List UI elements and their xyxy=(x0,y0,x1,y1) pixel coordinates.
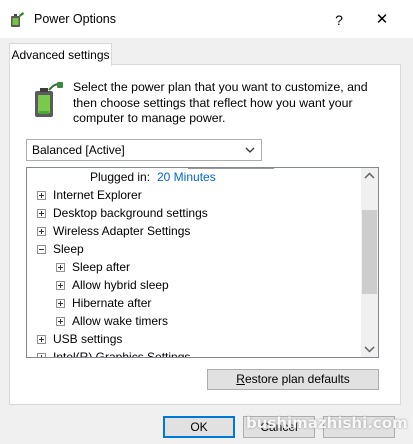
scroll-up-arrow-icon[interactable] xyxy=(361,168,378,185)
tree-item-label: Allow hybrid sleep xyxy=(72,278,169,292)
restore-button-label: estore plan defaults xyxy=(244,372,350,386)
collapse-icon[interactable] xyxy=(37,245,46,254)
expand-icon[interactable] xyxy=(56,263,65,272)
expand-icon[interactable] xyxy=(37,191,46,200)
tree-item-label: Wireless Adapter Settings xyxy=(53,224,191,238)
settings-tree[interactable]: Plugged in: 20 Minutes Internet Explorer… xyxy=(26,167,379,358)
scroll-down-arrow-icon[interactable] xyxy=(361,340,378,357)
restore-plan-defaults-button[interactable]: Restore plan defaults xyxy=(207,369,379,390)
scrollbar-thumb[interactable] xyxy=(362,210,377,294)
description-text: Select the power plan that you want to c… xyxy=(73,80,368,125)
tree-item-label: USB settings xyxy=(53,332,123,346)
watermark-text: bushimazhishi.com xyxy=(246,414,408,432)
plugged-in-value[interactable]: 20 Minutes xyxy=(157,168,216,186)
expand-icon[interactable] xyxy=(37,335,46,344)
expand-icon[interactable] xyxy=(56,281,65,290)
expand-icon[interactable] xyxy=(56,299,65,308)
restore-accelerator-key: R xyxy=(236,372,245,386)
power-plan-select[interactable]: Balanced [Active] xyxy=(26,139,262,161)
expand-icon[interactable] xyxy=(37,227,46,236)
power-plan-value: Balanced [Active] xyxy=(32,143,125,157)
tab-advanced-settings[interactable]: Advanced settings xyxy=(9,43,112,66)
tree-item-label: Internet Explorer xyxy=(53,188,142,202)
tree-item-label: Desktop background settings xyxy=(53,206,208,220)
expand-icon[interactable] xyxy=(37,353,46,357)
tree-item-label: Sleep after xyxy=(72,260,131,274)
tree-item-label: Allow wake timers xyxy=(72,314,169,328)
close-button[interactable]: ✕ xyxy=(368,8,396,32)
plugged-in-label: Plugged in: xyxy=(90,170,151,184)
chevron-down-icon xyxy=(245,147,255,153)
title-bar: Power Options ? ✕ xyxy=(0,0,413,38)
tree-item-label: Hibernate after xyxy=(72,296,152,310)
expand-icon[interactable] xyxy=(56,317,65,326)
ok-button[interactable]: OK xyxy=(163,416,235,438)
tree-item-label: Intel(R) Graphics Settings xyxy=(53,350,191,358)
tree-item-label: Sleep xyxy=(53,242,84,256)
battery-plug-icon xyxy=(35,82,63,117)
power-options-icon xyxy=(11,12,24,27)
tree-scrollbar[interactable] xyxy=(361,168,378,357)
window-title: Power Options xyxy=(34,12,116,26)
expand-icon[interactable] xyxy=(37,209,46,218)
help-button[interactable]: ? xyxy=(326,8,352,32)
